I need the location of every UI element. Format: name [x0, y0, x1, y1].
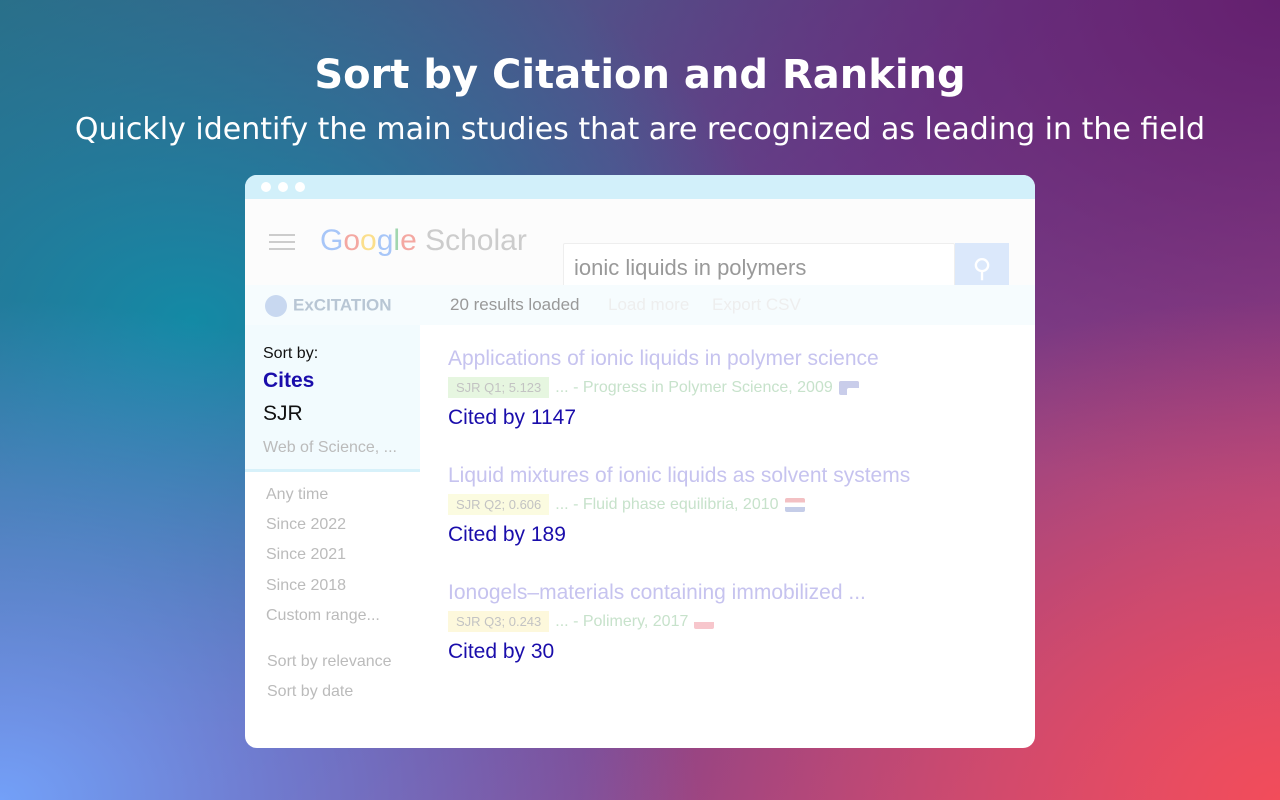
result-item: Applications of ionic liquids in polymer… — [448, 347, 879, 430]
load-more-button[interactable]: Load more — [608, 295, 689, 315]
extension-name: ExCITATION — [293, 295, 392, 315]
sjr-badge: SJR Q2; 0.606 — [448, 494, 550, 515]
sort-option-sjr[interactable]: SJR — [263, 402, 303, 426]
results-status: 20 results loaded — [450, 295, 580, 314]
sort-by-date-link[interactable]: Sort by date — [267, 683, 353, 701]
filter-any-time[interactable]: Any time — [266, 486, 328, 504]
sort-label: Sort by: — [263, 345, 319, 362]
result-source: ... - Fluid phase equilibria, 2010 — [555, 495, 779, 513]
filter-since-2022[interactable]: Since 2022 — [266, 516, 346, 534]
window-titlebar — [245, 175, 1035, 199]
export-csv-button[interactable]: Export CSV — [712, 295, 801, 315]
window-dot[interactable] — [295, 182, 305, 192]
headline: Sort by Citation and Ranking — [314, 52, 966, 98]
sort-panel: Sort by: Cites SJR Web of Science, ... — [245, 325, 420, 472]
filter-since-2018[interactable]: Since 2018 — [266, 577, 346, 595]
sort-by-relevance-link[interactable]: Sort by relevance — [267, 653, 392, 671]
hamburger-menu-icon[interactable] — [269, 234, 295, 250]
google-scholar-logo[interactable]: Google Scholar — [320, 224, 527, 258]
cited-by-link[interactable]: Cited by 30 — [448, 640, 866, 664]
window-dot[interactable] — [278, 182, 288, 192]
filter-since-2021[interactable]: Since 2021 — [266, 546, 346, 564]
extension-toolbar: ExCITATION 20 results loaded Load more E… — [245, 285, 1035, 325]
search-icon: ⚲ — [972, 253, 992, 283]
sjr-badge: SJR Q3; 0.243 — [448, 611, 550, 632]
filter-custom-range[interactable]: Custom range... — [266, 607, 380, 625]
cited-by-link[interactable]: Cited by 1147 — [448, 406, 879, 430]
scholar-header: Google Scholar ionic liquids in polymers… — [245, 199, 1035, 293]
result-title[interactable]: Applications of ionic liquids in polymer… — [448, 347, 879, 371]
cited-by-link[interactable]: Cited by 189 — [448, 523, 910, 547]
result-item: Liquid mixtures of ionic liquids as solv… — [448, 464, 910, 547]
sort-option-cites[interactable]: Cites — [263, 369, 314, 393]
subheadline: Quickly identify the main studies that a… — [74, 112, 1206, 147]
poland-flag-icon — [694, 614, 715, 629]
result-item: Ionogels–materials containing immobilize… — [448, 581, 866, 664]
sjr-badge: SJR Q1; 5.123 — [448, 377, 550, 398]
result-title[interactable]: Ionogels–materials containing immobilize… — [448, 581, 866, 605]
sort-option-wos[interactable]: Web of Science, ... — [263, 439, 397, 457]
result-title[interactable]: Liquid mixtures of ionic liquids as solv… — [448, 464, 910, 488]
browser-window: Google Scholar ionic liquids in polymers… — [245, 175, 1035, 748]
result-source: ... - Progress in Polymer Science, 2009 — [555, 378, 833, 396]
netherlands-flag-icon — [784, 497, 805, 512]
excitation-logo-icon — [265, 295, 287, 317]
result-source: ... - Polimery, 2017 — [555, 612, 689, 630]
window-dot[interactable] — [261, 182, 271, 192]
us-flag-icon — [838, 380, 859, 395]
